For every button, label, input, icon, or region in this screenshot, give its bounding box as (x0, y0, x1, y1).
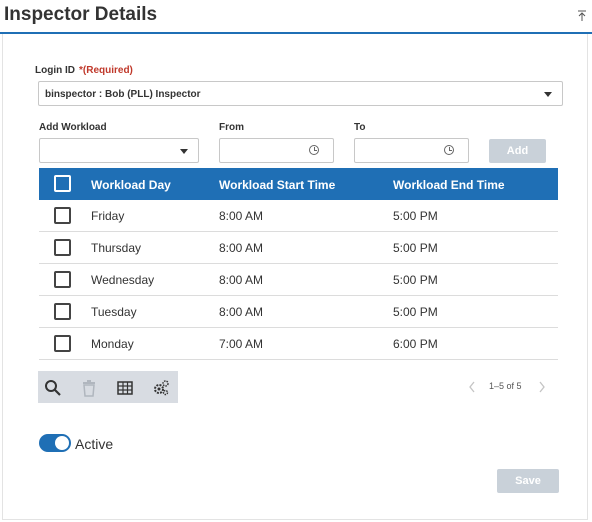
cell-day: Tuesday (91, 305, 137, 319)
table-icon[interactable] (116, 379, 134, 397)
chevron-down-icon (180, 149, 188, 154)
active-toggle[interactable] (39, 434, 71, 452)
column-header-start[interactable]: Workload Start Time (219, 178, 335, 192)
row-checkbox[interactable] (54, 303, 71, 320)
active-label: Active (75, 436, 114, 452)
table-row[interactable]: Friday 8:00 AM 5:00 PM (39, 200, 558, 232)
login-id-value: binspector : Bob (PLL) Inspector (45, 89, 201, 100)
from-label: From (219, 122, 244, 133)
chevron-right-icon[interactable] (538, 381, 546, 393)
cell-day: Wednesday (91, 273, 155, 287)
row-checkbox[interactable] (54, 207, 71, 224)
toggle-knob (55, 436, 69, 450)
login-id-label: Login ID *(Required) (35, 65, 133, 76)
cell-start-time: 8:00 AM (219, 241, 264, 255)
cell-start-time: 8:00 AM (219, 209, 264, 223)
grid-header: Workload Day Workload Start Time Workloa… (39, 168, 558, 200)
cell-end-time: 5:00 PM (393, 305, 438, 319)
pagination: 1–5 of 5 (468, 380, 558, 394)
table-row[interactable]: Thursday 8:00 AM 5:00 PM (39, 232, 558, 264)
table-row[interactable]: Wednesday 8:00 AM 5:00 PM (39, 264, 558, 296)
cell-day: Thursday (91, 241, 142, 255)
cell-start-time: 8:00 AM (219, 305, 264, 319)
page-title: Inspector Details (4, 4, 158, 25)
cell-end-time: 6:00 PM (393, 337, 438, 351)
table-row[interactable]: Monday 7:00 AM 6:00 PM (39, 328, 558, 360)
add-button[interactable]: Add (489, 139, 546, 163)
to-time-input[interactable] (354, 138, 469, 163)
column-header-end[interactable]: Workload End Time (393, 178, 505, 192)
cell-end-time: 5:00 PM (393, 209, 438, 223)
panel-header: Inspector Details (0, 0, 592, 34)
row-checkbox[interactable] (54, 271, 71, 288)
table-row[interactable]: Tuesday 8:00 AM 5:00 PM (39, 296, 558, 328)
add-workload-select[interactable] (39, 138, 199, 163)
collapse-icon[interactable] (577, 10, 587, 22)
cell-start-time: 8:00 AM (219, 273, 264, 287)
trash-icon[interactable] (80, 379, 98, 397)
required-marker: *(Required) (79, 65, 133, 76)
to-label: To (354, 122, 366, 133)
row-checkbox[interactable] (54, 239, 71, 256)
chevron-left-icon[interactable] (468, 381, 476, 393)
add-workload-label: Add Workload (39, 122, 107, 133)
cell-end-time: 5:00 PM (393, 241, 438, 255)
clock-icon[interactable] (444, 145, 454, 155)
save-button[interactable]: Save (497, 469, 559, 493)
cell-end-time: 5:00 PM (393, 273, 438, 287)
cell-day: Friday (91, 209, 125, 223)
clock-icon[interactable] (309, 145, 319, 155)
pagination-status: 1–5 of 5 (489, 381, 522, 391)
row-checkbox[interactable] (54, 335, 71, 352)
grid-toolbar (38, 371, 178, 403)
login-id-label-text: Login ID (35, 65, 75, 76)
login-id-select[interactable]: binspector : Bob (PLL) Inspector (38, 81, 563, 106)
from-time-input[interactable] (219, 138, 334, 163)
cell-start-time: 7:00 AM (219, 337, 264, 351)
cell-day: Monday (91, 337, 134, 351)
settings-icon[interactable] (152, 379, 170, 397)
column-header-day[interactable]: Workload Day (91, 178, 171, 192)
search-icon[interactable] (44, 379, 62, 397)
select-all-checkbox[interactable] (54, 175, 71, 192)
chevron-down-icon (544, 92, 552, 97)
